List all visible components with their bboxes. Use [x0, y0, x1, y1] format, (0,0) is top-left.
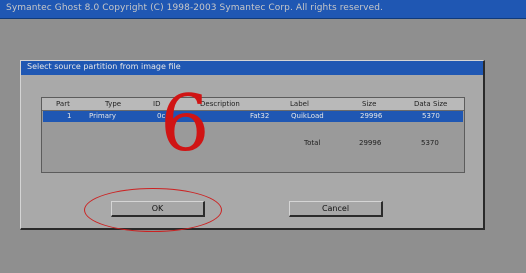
cell-type: Primary	[89, 112, 117, 120]
partition-table: Part Type ID Description Label Size Data…	[41, 97, 465, 173]
total-label: Total	[304, 139, 321, 147]
header-size: Size	[362, 100, 377, 108]
cell-data-size: 5370	[422, 112, 440, 120]
dialog-titlebar: Select source partition from image file	[21, 61, 483, 75]
total-data-size: 5370	[421, 139, 439, 147]
cancel-button[interactable]: Cancel	[289, 201, 383, 217]
cancel-button-label: Cancel	[321, 204, 350, 213]
dialog-title: Select source partition from image file	[27, 62, 181, 71]
cell-part: 1	[67, 112, 72, 120]
app-title-bar: Symantec Ghost 8.0 Copyright (C) 1998-20…	[0, 0, 526, 19]
total-size: 29996	[359, 139, 382, 147]
annotation-number: 6	[160, 79, 210, 169]
table-row[interactable]: 1 Primary 0c Fat32 QuikLoad 29996 5370	[43, 111, 463, 122]
cell-description: Fat32	[250, 112, 270, 120]
header-label: Label	[290, 100, 309, 108]
header-part: Part	[56, 100, 70, 108]
annotation-circle	[84, 188, 222, 232]
header-type: Type	[105, 100, 122, 108]
title-bar-fill	[518, 3, 526, 15]
ghost-screen: Symantec Ghost 8.0 Copyright (C) 1998-20…	[0, 0, 526, 273]
header-data-size: Data Size	[414, 100, 448, 108]
cell-size: 29996	[360, 112, 383, 120]
table-header: Part Type ID Description Label Size Data…	[42, 98, 464, 111]
cell-label: QuikLoad	[291, 112, 324, 120]
app-title: Symantec Ghost 8.0 Copyright (C) 1998-20…	[6, 3, 384, 13]
